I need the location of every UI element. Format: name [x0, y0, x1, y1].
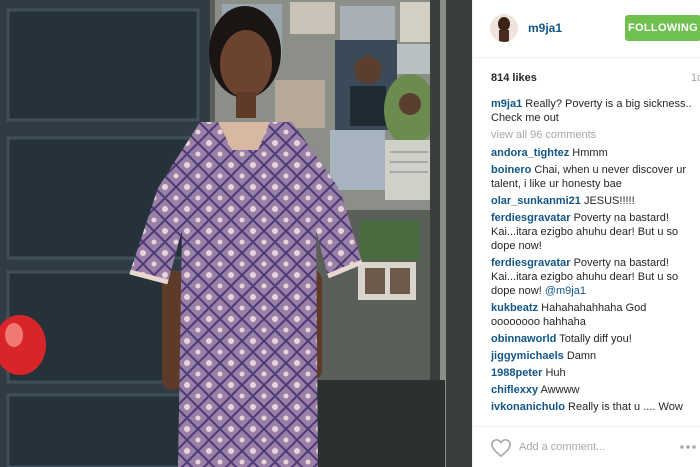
comment-item: obinnaworld Totally diff you! [491, 332, 697, 346]
comment-username[interactable]: chiflexxy [491, 384, 538, 396]
photo-image [0, 0, 472, 467]
more-icon[interactable] [679, 439, 697, 455]
comment-text: Really is that u .... Wow [568, 401, 683, 413]
comment-username[interactable]: obinnaworld [491, 333, 556, 345]
comment-text: Damn [566, 350, 597, 362]
comment-text: Hmmm [572, 147, 608, 159]
avatar-image [490, 14, 518, 42]
comment-item: ferdiesgravatar Poverty na bastard! Kai.… [491, 211, 697, 253]
post-sidebar: m9ja1 FOLLOWING 814 likes 1d m9ja1 Reall… [472, 0, 700, 467]
comment-item: ivkonanichulo Really is that u .... Wow [491, 400, 697, 414]
post-time[interactable]: 1d [691, 72, 700, 84]
comment-item: ferdiesgravatar Poverty na bastard! Kai.… [491, 256, 697, 298]
comment-item: kukbeatz Hahahahahhaha God oooooooo hahh… [491, 301, 697, 329]
comment-item: olar_sunkanmi21 JESUS!!!!! [491, 194, 697, 208]
avatar[interactable] [490, 14, 518, 42]
caption-username[interactable]: m9ja1 [491, 98, 522, 110]
comment-username[interactable]: 1988peter [491, 367, 542, 379]
comment-text: Awwww [540, 384, 580, 396]
comment-username[interactable]: andora_tightez [491, 147, 569, 159]
comments-list[interactable]: m9ja1 Really? Poverty is a big sickness.… [491, 97, 697, 415]
comment-item: chiflexxy Awwww [491, 383, 697, 397]
comment-username[interactable]: ferdiesgravatar [491, 257, 571, 269]
view-all-comments-link[interactable]: view all 96 comments [491, 128, 697, 142]
caption-text: Really? Poverty is a big sickness.. Chec… [491, 98, 692, 124]
comment-item: jiggymichaels Damn [491, 349, 697, 363]
comment-username[interactable]: kukbeatz [491, 302, 538, 314]
comment-item: andora_tightez Hmmm [491, 146, 697, 160]
caption: m9ja1 Really? Poverty is a big sickness.… [491, 97, 697, 125]
likes-count[interactable]: 814 likes [491, 72, 537, 84]
comment-item: 1988peter Huh [491, 366, 697, 380]
post-photo[interactable] [0, 0, 472, 467]
comment-footer [473, 426, 700, 467]
comment-text: JESUS!!!!! [583, 195, 635, 207]
following-button[interactable]: FOLLOWING [625, 15, 700, 41]
comment-username[interactable]: olar_sunkanmi21 [491, 195, 581, 207]
comment-text: Totally diff you! [559, 333, 632, 345]
comment-username[interactable]: jiggymichaels [491, 350, 564, 362]
heart-icon[interactable] [490, 438, 512, 458]
add-comment-input[interactable] [519, 436, 679, 458]
comment-username[interactable]: ferdiesgravatar [491, 212, 571, 224]
comment-item: boinero Chai, when u never discover ur t… [491, 163, 697, 191]
post-header: m9ja1 FOLLOWING [473, 0, 700, 58]
comment-text: Huh [545, 367, 566, 379]
comment-username[interactable]: boinero [491, 164, 531, 176]
comment-username[interactable]: ivkonanichulo [491, 401, 565, 413]
comment-mention[interactable]: @m9ja1 [545, 285, 586, 297]
username-link[interactable]: m9ja1 [528, 21, 562, 35]
